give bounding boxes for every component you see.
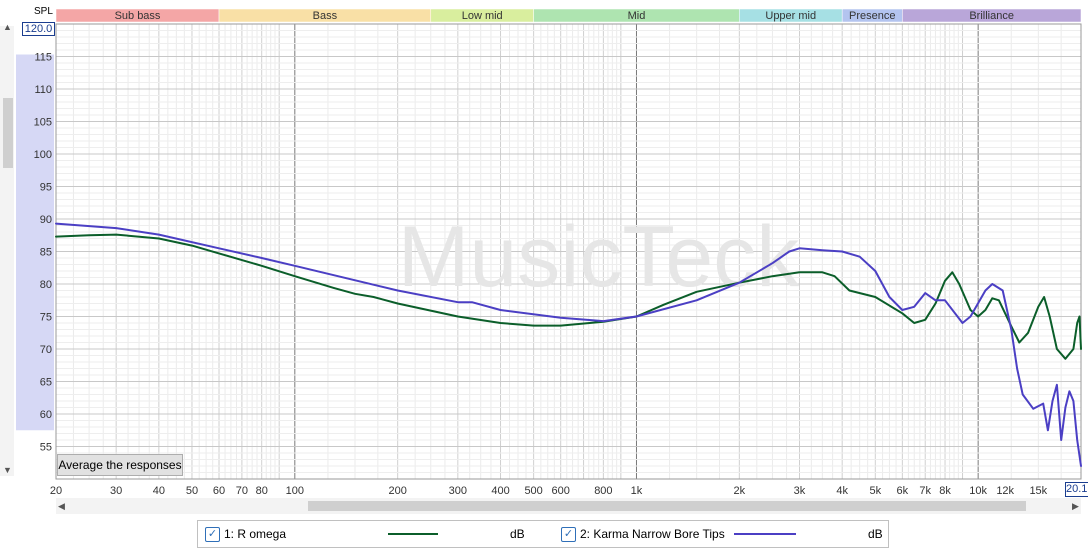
series-2-unit: dB — [868, 527, 883, 541]
band-label: Bass — [313, 10, 338, 22]
y-tick-label: 115 — [34, 52, 52, 64]
x-tick-label: 500 — [524, 485, 542, 497]
y-tick-label: 90 — [40, 214, 52, 226]
x-tick-label: 70 — [236, 485, 248, 497]
band-label: Presence — [849, 10, 895, 22]
x-tick-label: 30 — [110, 485, 122, 497]
legend-panel: ✓ 1: R omega dB ✓ 2: Karma Narrow Bore T… — [197, 520, 889, 548]
x-tick-label: 40 — [153, 485, 165, 497]
x-tick-label: 7k — [919, 485, 931, 497]
series-2-swatch — [734, 533, 796, 535]
y-tick-label: 75 — [40, 312, 52, 324]
y-tick-label: 105 — [34, 117, 52, 129]
x-tick-label: 8k — [939, 485, 951, 497]
series-1-label: 1: R omega — [224, 527, 287, 541]
y-tick-label: 110 — [34, 84, 52, 96]
x-tick-label: 50 — [186, 485, 198, 497]
x-tick-label: 5k — [869, 485, 881, 497]
series-1-checkbox[interactable]: ✓ — [205, 527, 220, 542]
y-tick-label: 80 — [40, 279, 52, 291]
series-2-checkbox[interactable]: ✓ — [561, 527, 576, 542]
app-window: SPL ▲ ▼ MusicTeck Sub bass Bass Low mid Mid U… — [0, 0, 1088, 549]
band-label: Low mid — [462, 10, 503, 22]
x-tick-label: 400 — [491, 485, 509, 497]
y-tick-label: 100 — [34, 149, 52, 161]
y-range-highlight — [16, 54, 54, 431]
band-label: Mid — [628, 10, 646, 22]
x-tick-label: 80 — [256, 485, 268, 497]
band-label: Brilliance — [969, 10, 1014, 22]
x-tick-label: 60 — [213, 485, 225, 497]
series-1-swatch — [388, 533, 438, 535]
band-label: Upper mid — [765, 10, 816, 22]
x-tick-label: 300 — [449, 485, 467, 497]
y-tick-label: 95 — [40, 182, 52, 194]
x-tick-label: 100 — [286, 485, 304, 497]
y-tick-label: 60 — [40, 409, 52, 421]
average-responses-button[interactable]: Average the responses — [57, 454, 183, 476]
series-1-unit: dB — [510, 527, 525, 541]
x-tick-label: 15k — [1029, 485, 1047, 497]
x-tick-label: 3k — [794, 485, 806, 497]
x-tick-label: 10k — [969, 485, 987, 497]
y-max-field[interactable]: 120.0 — [22, 22, 55, 36]
y-tick-label: 85 — [40, 247, 52, 259]
x-tick-label: 200 — [388, 485, 406, 497]
scroll-right-icon[interactable]: ▶ — [1072, 501, 1079, 511]
band-label: Sub bass — [115, 10, 161, 22]
x-tick-label: 2k — [734, 485, 746, 497]
scroll-left-icon[interactable]: ◀ — [58, 501, 65, 511]
y-tick-label: 65 — [40, 377, 52, 389]
x-max-field[interactable]: 20.1 — [1065, 482, 1088, 497]
horizontal-scroll-thumb[interactable] — [308, 501, 1026, 511]
y-tick-label: 55 — [40, 442, 52, 454]
x-tick-label: 20 — [50, 485, 62, 497]
x-tick-label: 12k — [996, 485, 1014, 497]
x-tick-label: 600 — [552, 485, 570, 497]
y-tick-label: 70 — [40, 344, 52, 356]
x-tick-label: 800 — [594, 485, 612, 497]
watermark-text: MusicTeck — [398, 209, 800, 305]
horizontal-scrollbar[interactable] — [56, 498, 1081, 514]
series-2-label: 2: Karma Narrow Bore Tips — [580, 527, 725, 541]
x-tick-label: 4k — [836, 485, 848, 497]
x-tick-label: 6k — [897, 485, 909, 497]
x-tick-label: 1k — [631, 485, 643, 497]
frequency-response-chart[interactable]: MusicTeck Sub bass Bass Low mid Mid Upper mid… — [0, 0, 1088, 500]
